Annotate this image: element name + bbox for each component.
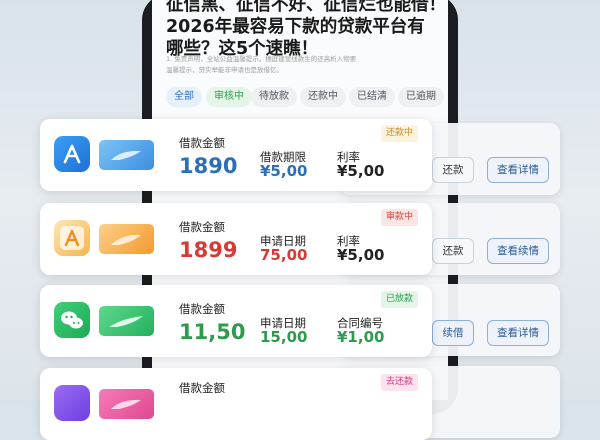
- repay-button[interactable]: 还款: [432, 157, 474, 183]
- brand-banner-icon: [99, 140, 154, 170]
- loan-amount: 11,50: [179, 320, 246, 344]
- title-line: 2026年最容易下款的贷款平台有: [166, 17, 425, 37]
- brand-banner-icon: [99, 389, 154, 419]
- renew-loan-button[interactable]: 续借: [432, 320, 474, 346]
- amount-label: 借款金额: [179, 381, 225, 395]
- amount-label: 借款金额: [179, 220, 225, 234]
- view-details-button[interactable]: 查看详情: [487, 320, 549, 346]
- loan-card[interactable]: 借款金额 1899 申请日期 75,00 利率 ¥5,00 审款中: [40, 203, 432, 275]
- tab-repaying[interactable]: 还款中: [300, 87, 346, 107]
- app-logo-icon: [54, 220, 90, 256]
- status-badge: 已放款: [380, 291, 418, 308]
- tab-pending-disbursement[interactable]: 待放款: [251, 87, 297, 107]
- loan-card[interactable]: 借款金额 1890 借款期限 ¥5,00 利率 ¥5,00 还款中: [40, 119, 432, 191]
- disclaimer-text: 1. 免责声明，全站公益温馨提示。穗庭建营线款生的还高析入物要 温馨提示，贷实举…: [166, 54, 436, 76]
- view-details-button[interactable]: 查看详情: [487, 157, 549, 183]
- term-value: ¥5,00: [260, 162, 308, 180]
- status-badge: 去还款: [380, 374, 418, 391]
- repay-button[interactable]: 还款: [432, 238, 474, 264]
- title-line: 征信黑、征信不好、征信烂也能借！: [166, 0, 446, 15]
- app-logo-icon: [54, 385, 90, 421]
- rate-value: ¥5,00: [337, 246, 385, 264]
- amount-label: 借款金额: [179, 302, 225, 316]
- amount-label: 借款金额: [179, 136, 225, 150]
- view-details-button[interactable]: 查看续情: [487, 238, 549, 264]
- apply-date-value: 75,00: [260, 246, 308, 264]
- rate-value: ¥5,00: [337, 162, 385, 180]
- app-logo-icon: [54, 136, 90, 172]
- loan-card[interactable]: 借款金额 11,50 申请日期 15,00 合同编号 ¥1,00 已放款: [40, 285, 432, 357]
- disclaimer-line: 温馨提示，贷实举能非申请也是放借忆。: [166, 66, 283, 74]
- disclaimer-line: 1. 免责声明，全站公益温馨提示。穗庭建营线款生的还高析入物要: [166, 55, 357, 63]
- loan-card[interactable]: 借款金额 去还款: [40, 368, 432, 440]
- status-badge: 审款中: [380, 209, 418, 226]
- loan-amount: 1890: [179, 154, 238, 178]
- brand-banner-icon: [99, 224, 154, 254]
- status-badge: 还款中: [380, 125, 418, 142]
- tab-all[interactable]: 全部: [166, 87, 202, 107]
- tab-overdue[interactable]: 已逾期: [398, 87, 444, 107]
- brand-banner-icon: [99, 306, 154, 336]
- contract-number-value: ¥1,00: [337, 328, 385, 346]
- wechat-logo-icon: [54, 302, 90, 338]
- loan-amount: 1899: [179, 238, 238, 262]
- tab-reviewing[interactable]: 审核中: [206, 87, 252, 107]
- article-title: 征信黑、征信不好、征信烂也能借！ 2026年最容易下款的贷款平台有 哪些？这5个…: [166, 0, 446, 60]
- tab-settled[interactable]: 已结清: [349, 87, 395, 107]
- apply-date-value: 15,00: [260, 328, 308, 346]
